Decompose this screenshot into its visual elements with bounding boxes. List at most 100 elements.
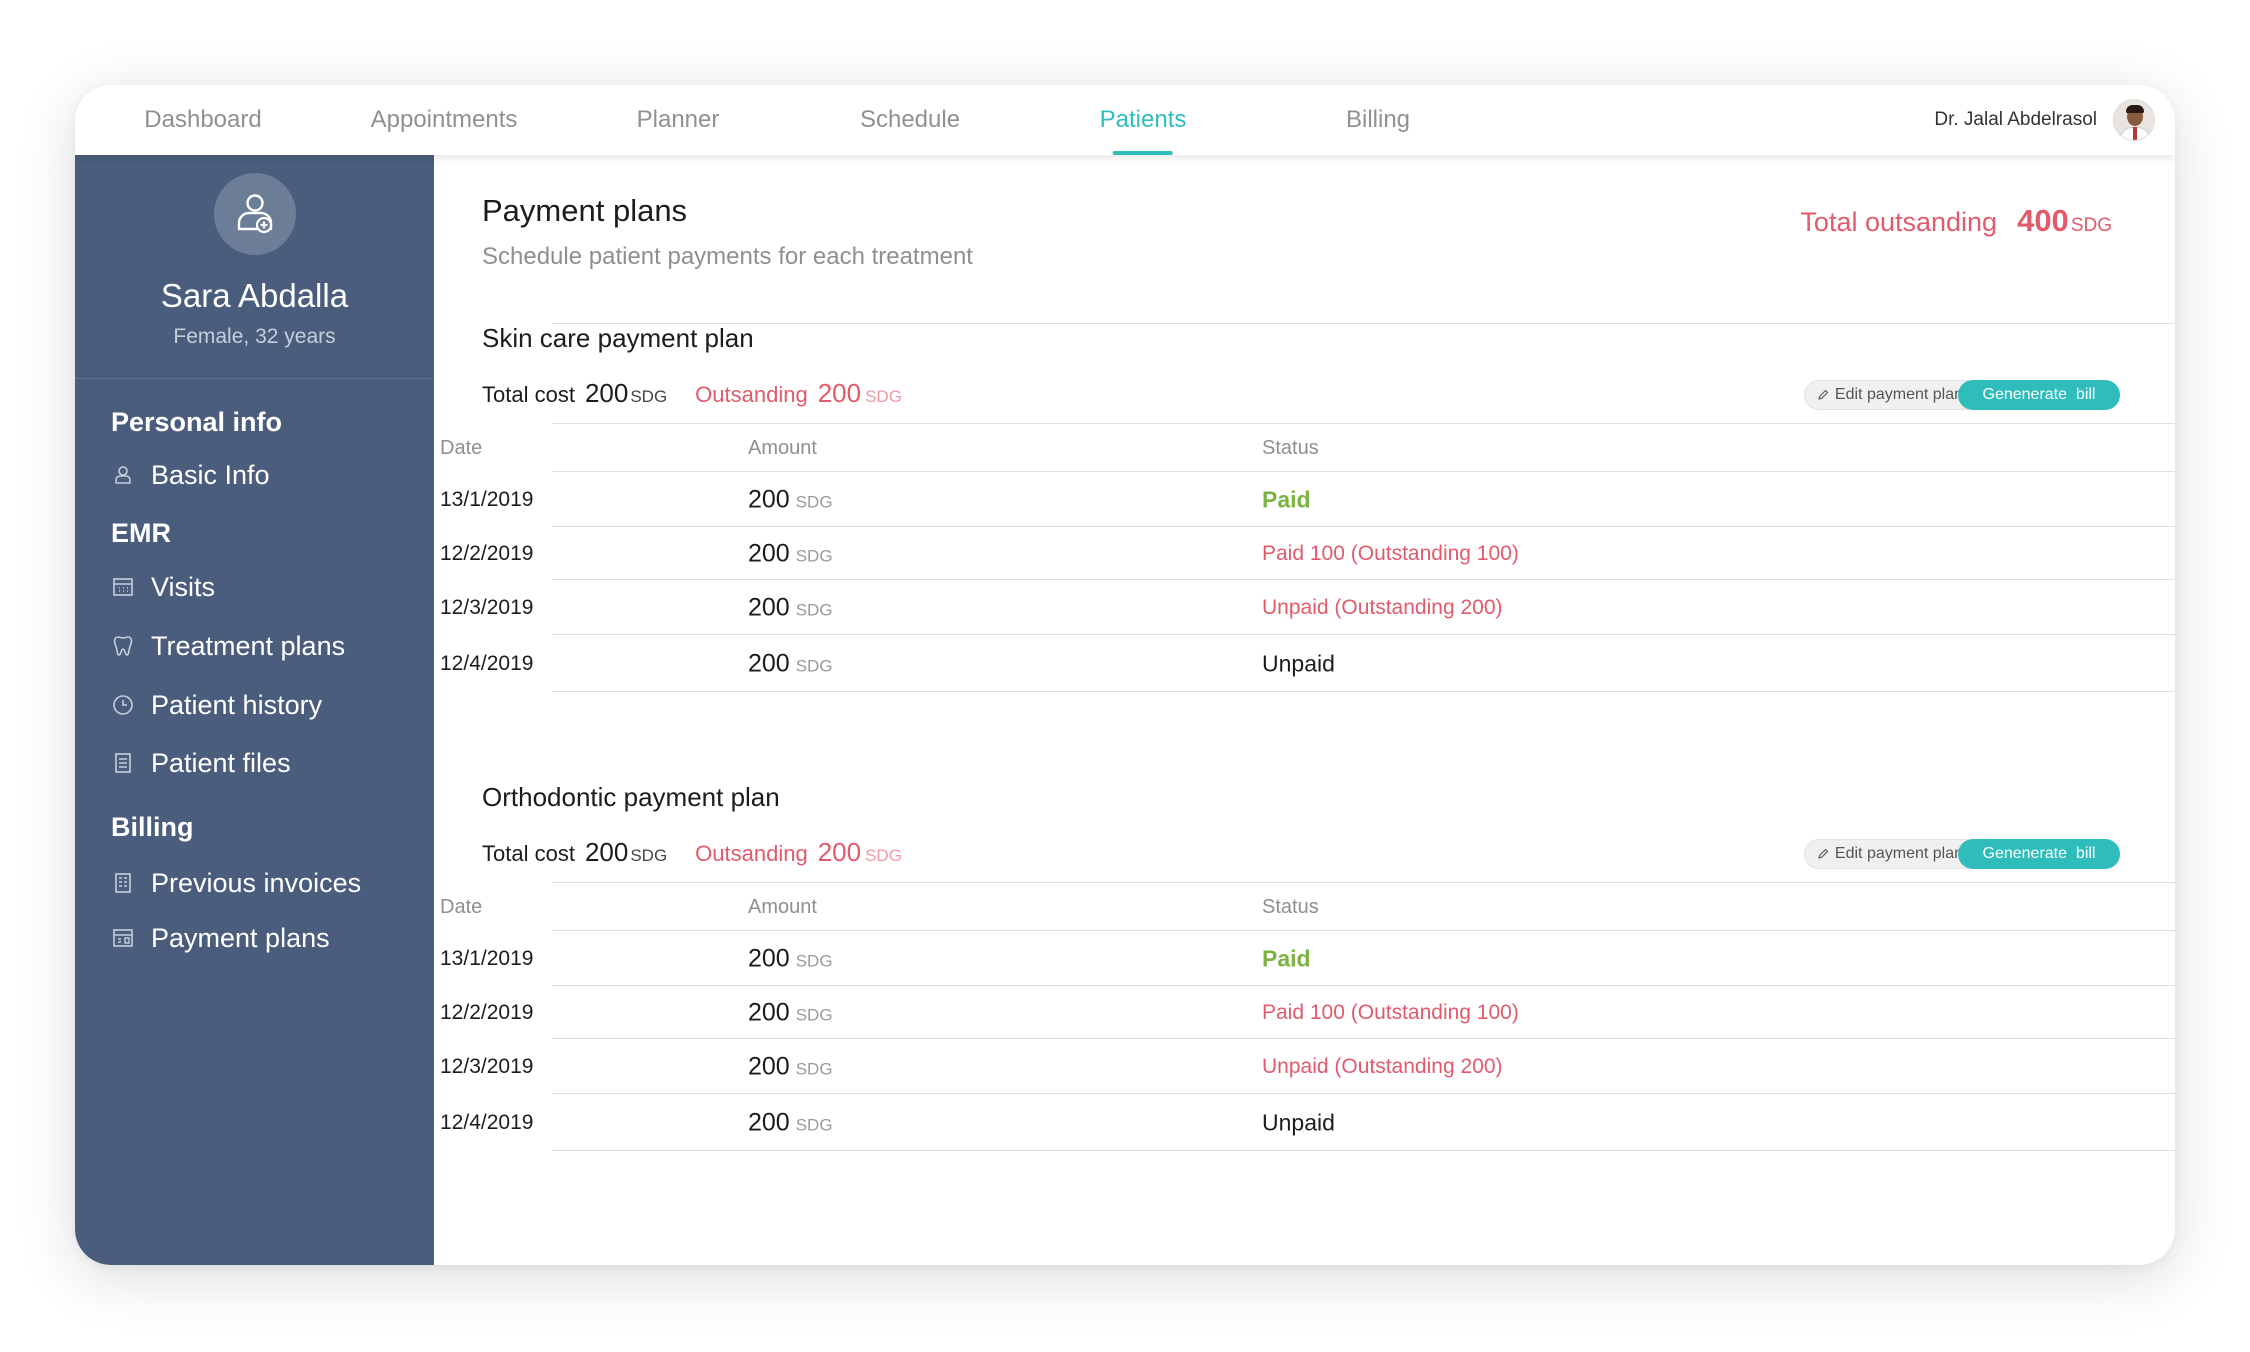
table-row: 12/3/2019 200 SDG Unpaid (Outstanding 200… xyxy=(440,1040,2175,1094)
plan-cost-summary: Total cost 200 SDG Outsanding 200 SDG xyxy=(482,378,902,409)
sidebar-item-treatment-plans[interactable]: Treatment plans xyxy=(111,628,345,664)
sidebar-item-payment-plans[interactable]: Payment plans xyxy=(111,920,330,956)
edit-payment-plan-button[interactable]: Edit payment plan xyxy=(1803,839,1980,869)
row-amount: 200 SDG xyxy=(748,485,833,513)
outstanding-label: Outsanding xyxy=(695,841,808,866)
row-status: Unpaid xyxy=(1262,650,1335,676)
sidebar-item-visits[interactable]: Visits xyxy=(111,569,215,605)
sidebar-item-label: Patient files xyxy=(151,747,291,778)
row-amount: 200 SDG xyxy=(748,944,833,972)
total-outstanding: Total outsanding 400 SDG xyxy=(1800,203,2112,239)
tab-billing[interactable]: Billing xyxy=(1346,85,1410,155)
plan-title: Orthodontic payment plan xyxy=(482,782,780,812)
column-date: Date xyxy=(440,896,483,918)
total-outstanding-label: Total outsanding xyxy=(1800,207,1998,237)
sidebar-item-patient-files[interactable]: Patient files xyxy=(111,745,291,781)
page-title: Payment plans xyxy=(482,193,688,228)
patient-avatar xyxy=(214,173,296,255)
row-date: 12/3/2019 xyxy=(440,1054,534,1078)
plan-title: Skin care payment plan xyxy=(482,323,754,353)
table-row: 12/2/2019 200 SDG Paid 100 (Outstanding 1… xyxy=(440,528,2175,580)
add-user-icon xyxy=(237,194,273,234)
row-date: 12/4/2019 xyxy=(440,651,534,675)
sidebar-item-patient-history[interactable]: Patient history xyxy=(111,687,322,723)
pencil-icon xyxy=(1818,389,1829,400)
table-row: 12/4/2019 200 SDG Unpaid xyxy=(440,636,2175,692)
total-outstanding-currency: SDG xyxy=(2070,215,2112,236)
row-status: Paid 100 (Outstanding 100) xyxy=(1262,1000,1519,1024)
sidebar: Sara Abdalla Female, 32 years Personal i… xyxy=(75,155,434,1265)
tab-schedule[interactable]: Schedule xyxy=(860,85,960,155)
main-content: Payment plans Schedule patient payments … xyxy=(434,155,2175,1265)
row-date: 12/3/2019 xyxy=(440,595,534,619)
row-date: 12/2/2019 xyxy=(440,1000,534,1024)
sidebar-item-label: Basic Info xyxy=(151,459,270,490)
column-status: Status xyxy=(1262,437,1319,459)
sidebar-divider xyxy=(75,378,434,379)
active-tab-indicator xyxy=(1113,151,1173,155)
file-icon xyxy=(115,753,131,773)
table-row: 13/1/2019 200 SDG Paid xyxy=(440,932,2175,986)
row-date: 12/4/2019 xyxy=(440,1110,534,1134)
total-cost-currency: SDG xyxy=(630,387,668,406)
outstanding-label: Outsanding xyxy=(695,382,808,407)
total-outstanding-value: 400 xyxy=(2017,203,2069,238)
tab-appointments[interactable]: Appointments xyxy=(371,85,518,155)
avatar[interactable] xyxy=(2113,99,2155,141)
sidebar-item-label: Visits xyxy=(151,571,216,602)
row-date: 13/1/2019 xyxy=(440,946,534,970)
invoice-icon xyxy=(115,873,131,893)
total-cost-label: Total cost xyxy=(482,382,575,407)
tooth-icon xyxy=(113,636,133,656)
sidebar-item-label: Payment plans xyxy=(151,922,330,953)
outstanding-currency: SDG xyxy=(865,387,902,406)
clock-icon xyxy=(113,695,133,715)
row-amount: 200 SDG xyxy=(748,649,833,677)
patient-meta: Female, 32 years xyxy=(173,325,336,348)
generate-bill-button[interactable]: Genenerate bill xyxy=(1958,380,2120,410)
tab-planner[interactable]: Planner xyxy=(637,85,720,155)
sidebar-item-previous-invoices[interactable]: Previous invoices xyxy=(111,865,361,901)
row-date: 13/1/2019 xyxy=(440,487,534,511)
sidebar-heading-billing: Billing xyxy=(111,812,194,842)
page-subtitle: Schedule patient payments for each treat… xyxy=(482,243,973,270)
calendar-icon xyxy=(113,578,133,596)
sidebar-item-basic-info[interactable]: Basic Info xyxy=(111,457,270,493)
user-icon xyxy=(115,466,131,484)
outstanding-currency: SDG xyxy=(865,846,902,865)
total-cost-value: 200 xyxy=(584,378,629,408)
tab-dashboard[interactable]: Dashboard xyxy=(144,85,261,155)
row-amount: 200 SDG xyxy=(748,593,833,621)
sidebar-heading-personal-info: Personal info xyxy=(111,407,283,437)
tab-patients[interactable]: Patients xyxy=(1099,85,1187,155)
top-nav: Dashboard Appointments Planner Schedule … xyxy=(75,85,2175,155)
payment-plan-icon xyxy=(113,929,133,947)
payment-plan-skin-care: Skin care payment plan Total cost 200 SD… xyxy=(434,323,2175,703)
plan-cost-summary: Total cost 200 SDG Outsanding 200 SDG xyxy=(482,837,902,868)
row-amount: 200 SDG xyxy=(748,998,833,1026)
user-menu[interactable]: Dr. Jalal Abdelrasol xyxy=(1934,85,2155,155)
total-cost-value: 200 xyxy=(584,837,629,867)
column-status: Status xyxy=(1262,896,1319,918)
row-amount: 200 SDG xyxy=(748,1108,833,1136)
row-status: Unpaid (Outstanding 200) xyxy=(1262,1054,1503,1078)
user-name: Dr. Jalal Abdelrasol xyxy=(1934,109,2097,130)
edit-payment-plan-label: Edit payment plan xyxy=(1834,845,1963,862)
column-date: Date xyxy=(440,437,483,459)
app-window: Dashboard Appointments Planner Schedule … xyxy=(75,85,2175,1265)
row-date: 12/2/2019 xyxy=(440,541,534,565)
total-cost-currency: SDG xyxy=(630,846,668,865)
column-amount: Amount xyxy=(748,896,817,918)
edit-payment-plan-label: Edit payment plan xyxy=(1834,386,1963,403)
table-row: 12/2/2019 200 SDG Paid 100 (Outstanding 1… xyxy=(440,987,2175,1039)
generate-bill-button[interactable]: Genenerate bill xyxy=(1958,839,2120,869)
edit-payment-plan-button[interactable]: Edit payment plan xyxy=(1803,380,1980,410)
row-status: Unpaid xyxy=(1262,1109,1335,1135)
patient-name: Sara Abdalla xyxy=(160,277,349,314)
row-status: Paid xyxy=(1262,945,1311,971)
row-amount: 200 SDG xyxy=(748,1052,833,1080)
outstanding-value: 200 xyxy=(817,837,862,867)
tab-patients-label: Patients xyxy=(1099,106,1187,133)
sidebar-item-label: Treatment plans xyxy=(151,630,346,661)
row-status: Paid 100 (Outstanding 100) xyxy=(1262,541,1519,565)
